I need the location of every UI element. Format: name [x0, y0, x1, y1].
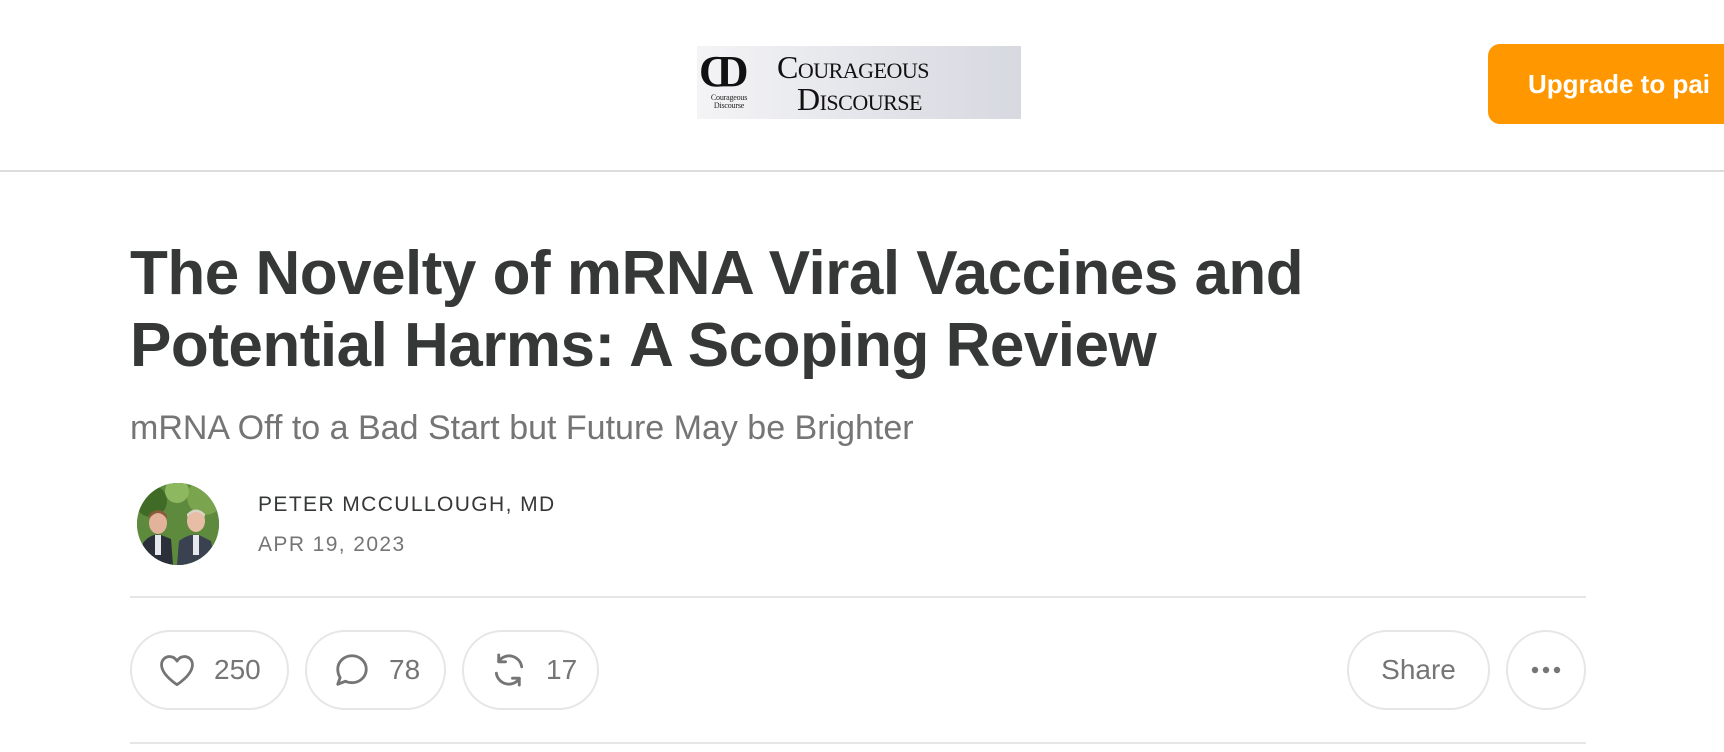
publication-logo[interactable]: CD Courageous Discourse Courageous Disco… — [697, 46, 1021, 119]
restack-button[interactable]: 17 — [462, 630, 599, 710]
ellipsis-icon — [1531, 666, 1561, 674]
post-title-line-2: Potential Harms: A Scoping Review — [130, 311, 1157, 380]
like-button[interactable]: 250 — [130, 630, 289, 710]
heart-icon — [160, 655, 194, 687]
wordmark-line-1: Courageous — [777, 48, 930, 85]
post-title-line-1: The Novelty of mRNA Viral Vaccines and — [130, 239, 1304, 308]
comment-button[interactable]: 78 — [305, 630, 446, 710]
top-navigation-bar: CD Courageous Discourse Courageous Disco… — [0, 0, 1724, 172]
speech-bubble-icon — [336, 654, 368, 686]
author-avatar[interactable] — [137, 483, 219, 565]
restack-arrows-icon — [494, 653, 524, 687]
divider — [130, 596, 1586, 598]
monogram-caption: Courageous Discourse — [710, 93, 748, 110]
comment-count: 78 — [389, 654, 421, 685]
share-button[interactable]: Share — [1347, 630, 1490, 710]
divider — [130, 742, 1586, 744]
share-label: Share — [1381, 654, 1456, 685]
author-name[interactable]: PETER MCCULLOUGH, MD — [258, 492, 556, 518]
monogram-glyph: CD — [699, 47, 748, 96]
wordmark-line-2: Discourse — [797, 80, 922, 117]
monogram-logo: CD Courageous Discourse — [697, 46, 769, 119]
publication-wordmark: Courageous Discourse — [777, 48, 930, 117]
post-title: The Novelty of mRNA Viral Vaccines and P… — [130, 238, 1430, 382]
restack-count: 17 — [546, 654, 578, 685]
post-subtitle: mRNA Off to a Bad Start but Future May b… — [130, 409, 914, 447]
author-photo — [137, 483, 219, 565]
like-count: 250 — [214, 654, 261, 685]
post-date: APR 19, 2023 — [258, 533, 406, 556]
upgrade-to-paid-button[interactable]: Upgrade to pai — [1488, 44, 1724, 124]
more-options-button[interactable] — [1506, 630, 1586, 710]
